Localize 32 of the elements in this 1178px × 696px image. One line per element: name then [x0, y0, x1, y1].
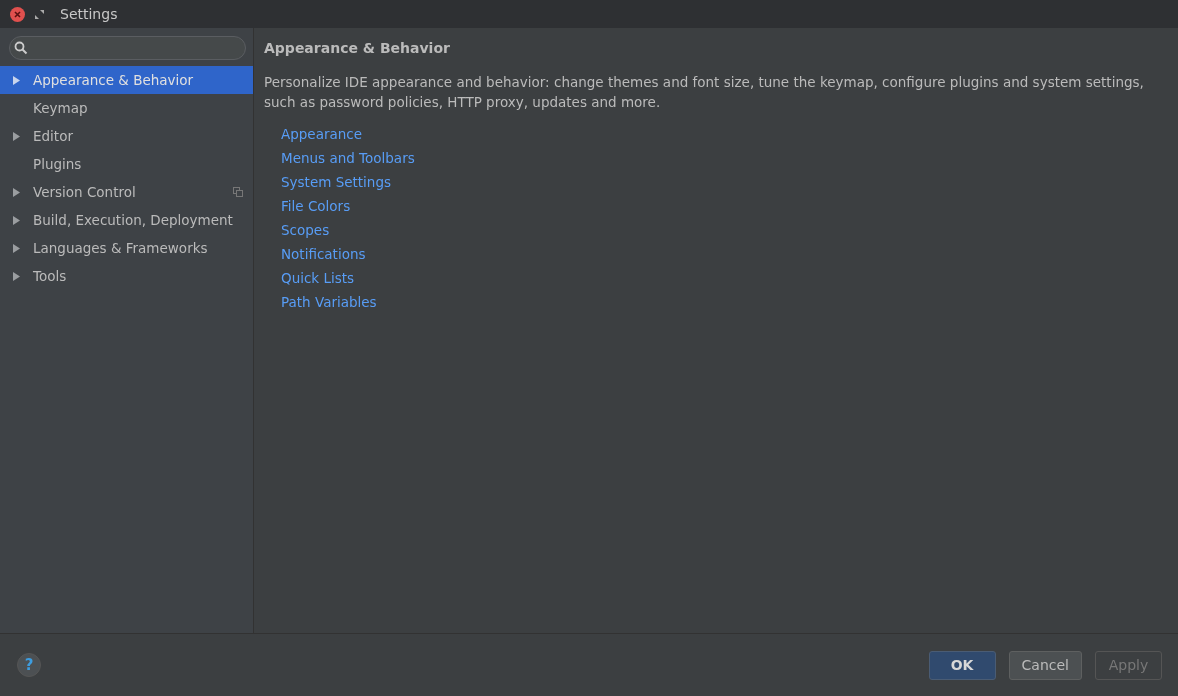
- expand-arrow-icon[interactable]: [13, 131, 20, 141]
- expand-arrow-icon[interactable]: [13, 215, 20, 225]
- expand-arrow-icon[interactable]: [13, 187, 20, 197]
- sidebar-item[interactable]: Tools: [0, 262, 253, 290]
- settings-link[interactable]: Appearance: [281, 122, 363, 146]
- settings-link[interactable]: Scopes: [281, 218, 330, 242]
- sidebar-item[interactable]: Version Control: [0, 178, 253, 206]
- expand-arrow-icon[interactable]: [13, 75, 20, 85]
- expand-arrow-icon[interactable]: [13, 243, 20, 253]
- search-icon: [14, 41, 28, 55]
- section-description: Personalize IDE appearance and behavior: change themes and font size, tune the keymap, configure plugins and system settings, such as password policies, HTTP proxy, updates and more.: [264, 73, 1145, 112]
- sidebar-item[interactable]: Keymap: [0, 94, 253, 122]
- sidebar-item[interactable]: Languages & Frameworks: [0, 234, 253, 262]
- dialog-button[interactable]: OK: [928, 650, 996, 680]
- help-button[interactable]: ?: [17, 653, 41, 677]
- dialog-button[interactable]: Cancel: [1008, 650, 1082, 680]
- settings-link[interactable]: Notifications: [281, 242, 366, 266]
- settings-link[interactable]: Path Variables: [281, 290, 377, 314]
- sidebar-item[interactable]: Plugins: [0, 150, 253, 178]
- window-title: Settings: [60, 6, 118, 22]
- settings-link[interactable]: Quick Lists: [281, 266, 355, 290]
- sidebar-item[interactable]: Editor: [0, 122, 253, 150]
- settings-link[interactable]: Menus and Toolbars: [281, 146, 415, 170]
- close-icon[interactable]: [10, 6, 25, 22]
- section-heading: Appearance & Behavior: [264, 40, 451, 56]
- search-field[interactable]: [9, 36, 246, 60]
- resize-icon[interactable]: [35, 9, 44, 19]
- expand-arrow-icon[interactable]: [13, 271, 20, 281]
- settings-link[interactable]: File Colors: [281, 194, 351, 218]
- settings-link[interactable]: System Settings: [281, 170, 391, 194]
- sidebar-item[interactable]: Appearance & Behavior: [0, 66, 253, 94]
- sidebar-item[interactable]: Build, Execution, Deployment: [0, 206, 253, 234]
